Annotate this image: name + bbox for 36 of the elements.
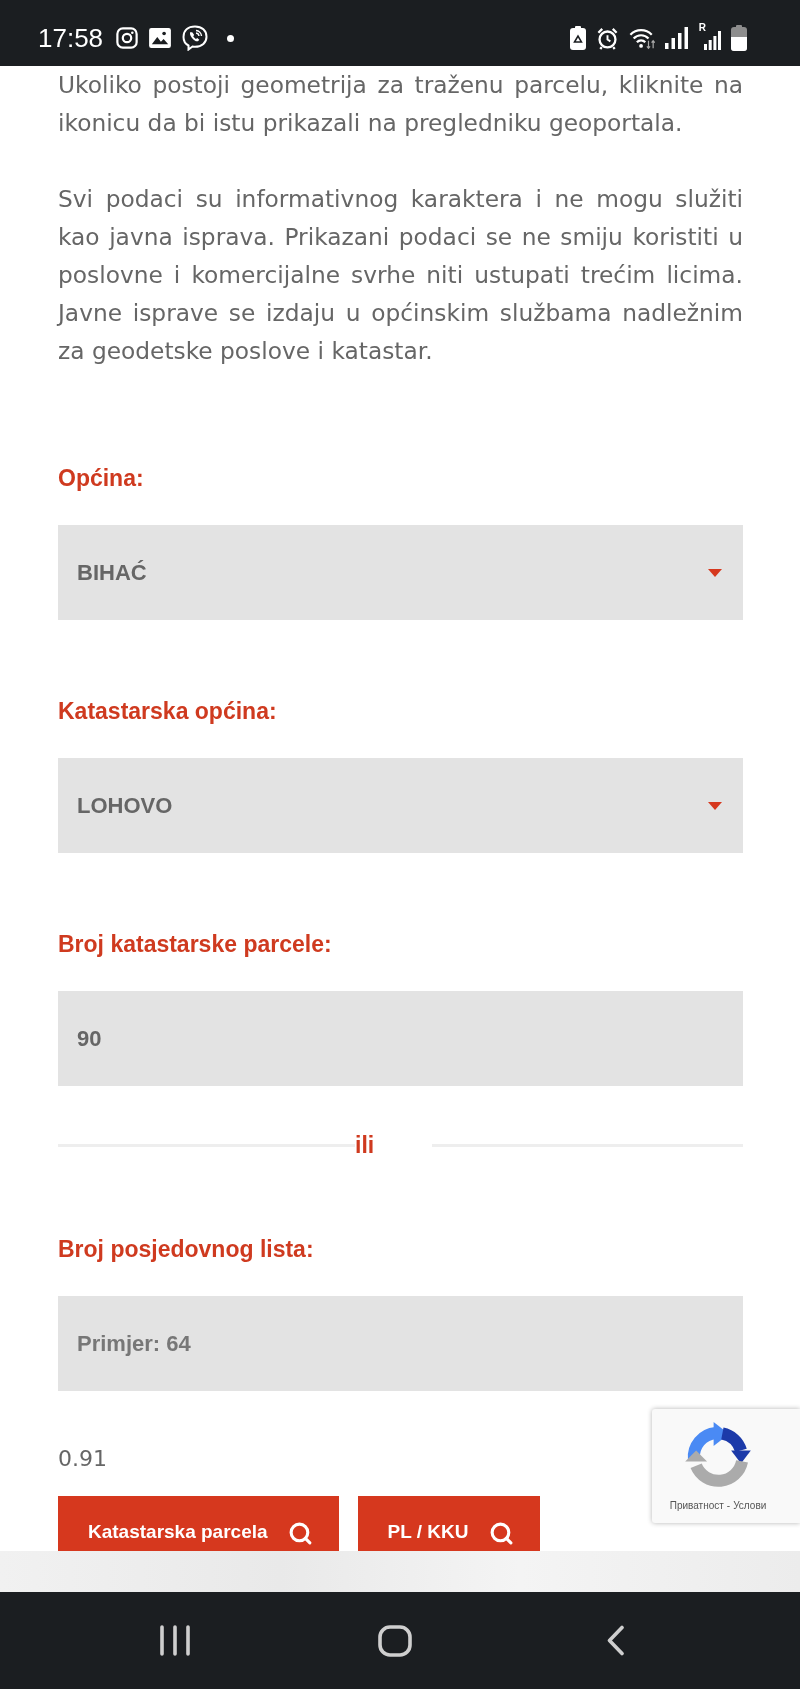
caret-icon bbox=[708, 801, 722, 810]
field-label: Broj posjedovnog lista: bbox=[58, 1235, 314, 1264]
link-separator: - bbox=[726, 1500, 731, 1511]
wifi-icon bbox=[628, 26, 655, 50]
input-field[interactable]: Primjer: 64 bbox=[58, 1296, 743, 1391]
signal-icon bbox=[704, 30, 721, 50]
search-icon bbox=[488, 1521, 514, 1546]
dropdown[interactable]: LOHOVO bbox=[58, 758, 743, 853]
info-paragraph: Svi podaci su informativnog karaktera i ne mogu služiti kao javna isprava. Prikazani podaci se ne smiju koristiti u poslovne i komercijalne svrhe niti ustupati trećim licima. Javne isprave se izdaju u općinskim službama nadležnim za geodetske poslove i katastar. bbox=[58, 184, 743, 366]
camera-icon bbox=[116, 27, 139, 49]
dropdown[interactable]: BIHAĆ bbox=[58, 525, 743, 620]
back-icon[interactable] bbox=[605, 1625, 625, 1656]
dot-icon bbox=[227, 34, 235, 42]
privacy-link[interactable]: Приватност bbox=[669, 1500, 724, 1511]
battery-icon bbox=[731, 25, 747, 51]
caret-icon bbox=[708, 568, 722, 577]
divider-text: ili bbox=[355, 1131, 375, 1160]
field-label: Broj katastarske parcele: bbox=[58, 930, 332, 959]
search-icon bbox=[287, 1521, 313, 1546]
phone-bubble-icon bbox=[182, 25, 209, 51]
signal-icon bbox=[664, 27, 689, 49]
field-label: Katastarska općina: bbox=[58, 697, 277, 726]
score-text: 0.91 bbox=[58, 1445, 107, 1473]
recent-apps-icon[interactable] bbox=[160, 1625, 190, 1656]
search-button[interactable]: PL / KKU bbox=[357, 1496, 540, 1551]
info-paragraph: Ukoliko postoji geometrija za traženu parcelu, kliknite na ikonicu da bi istu prikazali na pregledniku geoportala. bbox=[58, 70, 743, 138]
terms-link[interactable]: Услови bbox=[733, 1500, 767, 1511]
search-button[interactable]: Katastarska parcela bbox=[58, 1496, 339, 1551]
alarm-icon bbox=[595, 26, 619, 50]
image-icon bbox=[149, 28, 172, 48]
clock-time: 17:58 bbox=[38, 23, 104, 53]
home-icon[interactable] bbox=[378, 1624, 412, 1657]
input-field[interactable]: 90 bbox=[58, 991, 743, 1086]
battery-recycle-icon bbox=[569, 26, 586, 50]
roaming-mark: R bbox=[698, 22, 706, 33]
field-label: Općina: bbox=[58, 464, 144, 493]
